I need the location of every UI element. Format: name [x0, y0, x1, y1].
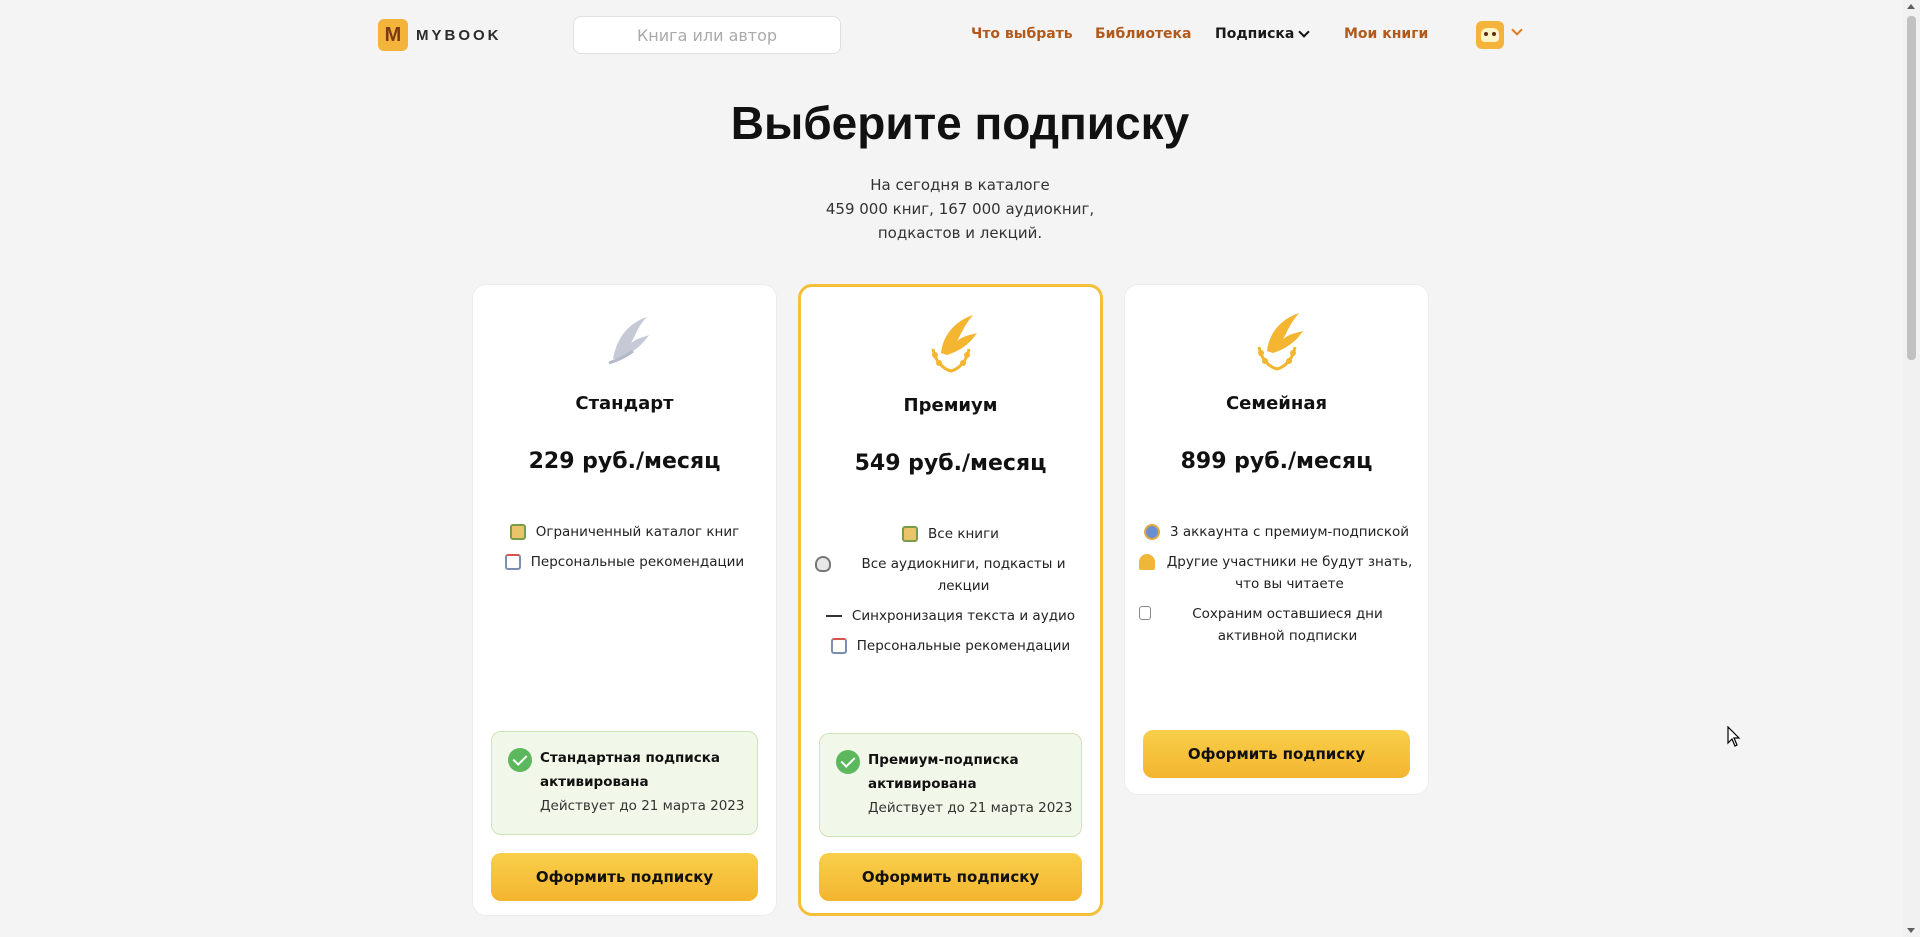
avatar[interactable]: [1476, 21, 1504, 49]
feature-text: Другие участники не будут знать, что вы …: [1166, 554, 1413, 592]
calendar-icon: [1139, 606, 1151, 620]
mouse-cursor-icon: [1727, 726, 1741, 747]
catalog-info-line-2: 459 000 книг, 167 000 аудиокниг,: [825, 200, 1095, 218]
feature-item: Персональные рекомендации: [487, 551, 762, 573]
nav-link-what-to-choose[interactable]: Что выбрать: [971, 26, 1073, 42]
scroll-up-icon[interactable]: [1907, 4, 1915, 9]
family-icon: [1143, 524, 1160, 540]
microphone-icon: [815, 556, 831, 572]
subscribe-button[interactable]: Оформить подписку: [491, 853, 758, 901]
plan-price: 899 руб./месяц: [1180, 449, 1373, 474]
feature-item: 3 аккаунта с премиум-подпиской: [1139, 521, 1414, 543]
feature-item: Синхронизация текста и аудио: [815, 605, 1086, 627]
feature-item: Сохраним оставшиеся дни активной подписк…: [1139, 603, 1414, 647]
page-scrollbar[interactable]: [1903, 0, 1920, 937]
nav-link-subscription[interactable]: Подписка: [1215, 26, 1311, 42]
silver-wing-icon: [608, 317, 649, 365]
envelope-icon: [504, 554, 521, 570]
logo-text: MYBOOK: [416, 26, 502, 44]
plan-price: 549 руб./месяц: [854, 451, 1047, 476]
feature-list: Все книги Все аудиокниги, подкасты и лек…: [815, 523, 1086, 665]
feature-text: Персональные рекомендации: [856, 638, 1071, 654]
book-icon: [509, 524, 526, 540]
feature-text: Ограниченный каталог книг: [535, 524, 740, 540]
feature-item: Ограниченный каталог книг: [487, 521, 762, 543]
feature-item: Все книги: [815, 523, 1086, 545]
feature-text: Персональные рекомендации: [530, 554, 745, 570]
subscription-status: Премиум-подписка активирована Действует …: [819, 733, 1082, 837]
feature-text: Все книги: [928, 526, 999, 542]
key-icon: [1139, 554, 1155, 570]
feature-item: Все аудиокниги, подкасты и лекции: [815, 553, 1086, 597]
feature-item: Другие участники не будут знать, что вы …: [1139, 551, 1414, 595]
envelope-icon: [830, 638, 847, 654]
top-navigation: M MYBOOK Что выбрать Библиотека Подписка…: [0, 0, 1920, 56]
chevron-down-icon[interactable]: [1511, 24, 1523, 36]
subscribe-button[interactable]: Оформить подписку: [819, 853, 1082, 901]
gold-wing-icon: [1257, 313, 1303, 371]
catalog-info-line-3: подкастов и лекций.: [877, 224, 1043, 242]
plan-price: 229 руб./месяц: [528, 449, 721, 474]
page-title: Выберите подписку: [730, 97, 1190, 149]
plan-title: Премиум: [903, 395, 998, 416]
chevron-down-icon: [1298, 26, 1311, 38]
feature-list: Ограниченный каталог книг Персональные р…: [487, 521, 762, 581]
scroll-down-icon[interactable]: [1907, 928, 1915, 933]
status-date: Действует до 21 марта 2023: [868, 800, 1073, 816]
logo-mark-icon: M: [378, 19, 408, 51]
status-date: Действует до 21 марта 2023: [540, 798, 745, 814]
feature-text: Синхронизация текста и аудио: [851, 608, 1076, 624]
status-title: Премиум-подписка активирована: [868, 752, 1019, 792]
nav-link-library[interactable]: Библиотека: [1095, 26, 1192, 42]
owl-face-icon: [1481, 28, 1499, 42]
plan-card-family: Семейная 899 руб./месяц 3 аккаунта с пре…: [1124, 284, 1429, 795]
search-input[interactable]: [573, 16, 841, 54]
feature-list: 3 аккаунта с премиум-подпиской Другие уч…: [1139, 521, 1414, 655]
nav-link-my-books[interactable]: Мои книги: [1344, 26, 1428, 42]
plan-title: Стандарт: [575, 393, 674, 414]
feature-text: Сохраним оставшиеся дни активной подписк…: [1192, 606, 1383, 644]
check-circle-icon: [508, 748, 532, 772]
nav-link-subscription-label: Подписка: [1215, 26, 1295, 42]
gold-wing-icon: [931, 315, 977, 373]
scrollbar-thumb[interactable]: [1907, 16, 1916, 360]
subscription-status: Стандартная подписка активирована Действ…: [491, 731, 758, 835]
catalog-info-line-1: На сегодня в каталоге: [870, 176, 1050, 194]
plan-title: Семейная: [1225, 393, 1328, 414]
feature-text: Все аудиокниги, подкасты и лекции: [861, 556, 1066, 594]
arrows-icon: [825, 615, 842, 617]
status-title: Стандартная подписка активирована: [540, 750, 721, 790]
mybook-logo[interactable]: M MYBOOK: [378, 19, 502, 51]
check-circle-icon: [836, 750, 860, 774]
feature-text: 3 аккаунта с премиум-подпиской: [1169, 524, 1410, 540]
plan-card-premium: Премиум 549 руб./месяц Все книги Все ауд…: [798, 284, 1103, 916]
plan-card-standard: Стандарт 229 руб./месяц Ограниченный кат…: [472, 284, 777, 916]
book-icon: [902, 526, 919, 542]
feature-item: Персональные рекомендации: [815, 635, 1086, 657]
subscribe-button[interactable]: Оформить подписку: [1143, 730, 1410, 778]
